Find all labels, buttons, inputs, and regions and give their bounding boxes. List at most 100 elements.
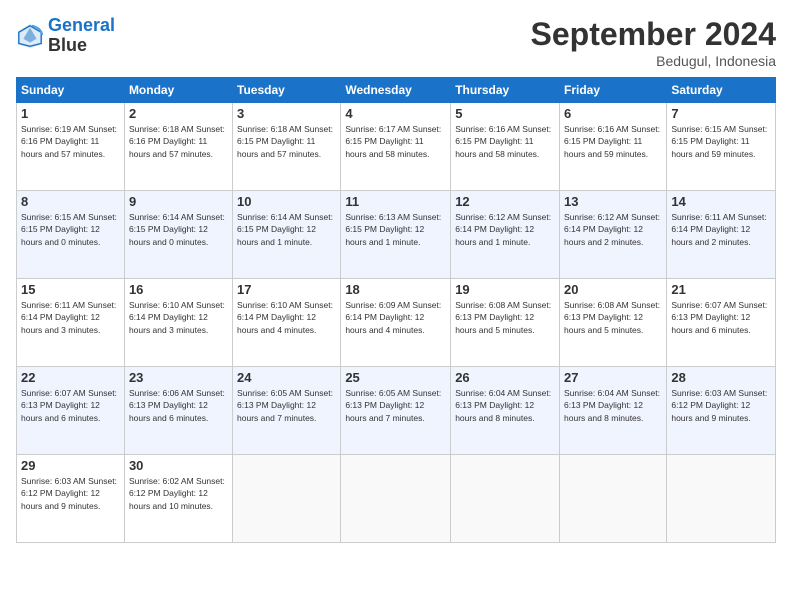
- day-number: 19: [455, 282, 555, 297]
- calendar-cell: 2 Sunrise: 6:18 AM Sunset: 6:16 PM Daylig…: [124, 103, 232, 191]
- calendar-cell: 13 Sunrise: 6:12 AM Sunset: 6:14 PM Dayli…: [560, 191, 667, 279]
- day-info: Sunrise: 6:19 AM Sunset: 6:16 PM Dayligh…: [21, 123, 120, 160]
- subtitle: Bedugul, Indonesia: [531, 53, 776, 69]
- day-info: Sunrise: 6:18 AM Sunset: 6:16 PM Dayligh…: [129, 123, 228, 160]
- calendar-cell: 11 Sunrise: 6:13 AM Sunset: 6:15 PM Dayli…: [341, 191, 451, 279]
- day-info: Sunrise: 6:02 AM Sunset: 6:12 PM Dayligh…: [129, 475, 228, 512]
- month-title: September 2024: [531, 16, 776, 53]
- calendar-cell: 28 Sunrise: 6:03 AM Sunset: 6:12 PM Dayli…: [667, 367, 776, 455]
- calendar-cell: 22 Sunrise: 6:07 AM Sunset: 6:13 PM Dayli…: [17, 367, 125, 455]
- day-info: Sunrise: 6:15 AM Sunset: 6:15 PM Dayligh…: [21, 211, 120, 248]
- day-info: Sunrise: 6:07 AM Sunset: 6:13 PM Dayligh…: [671, 299, 771, 336]
- day-info: Sunrise: 6:05 AM Sunset: 6:13 PM Dayligh…: [237, 387, 336, 424]
- col-saturday: Saturday: [667, 78, 776, 103]
- calendar-cell: 12Sunrise: 6:12 AM Sunset: 6:14 PM Dayli…: [451, 191, 560, 279]
- calendar-cell: [560, 455, 667, 543]
- calendar-cell: 16 Sunrise: 6:10 AM Sunset: 6:14 PM Dayli…: [124, 279, 232, 367]
- col-monday: Monday: [124, 78, 232, 103]
- calendar-cell: 23 Sunrise: 6:06 AM Sunset: 6:13 PM Dayli…: [124, 367, 232, 455]
- calendar-cell: [667, 455, 776, 543]
- day-info: Sunrise: 6:18 AM Sunset: 6:15 PM Dayligh…: [237, 123, 336, 160]
- calendar-week-5: 29 Sunrise: 6:03 AM Sunset: 6:12 PM Dayli…: [17, 455, 776, 543]
- day-number: 17: [237, 282, 336, 297]
- calendar-cell: 3 Sunrise: 6:18 AM Sunset: 6:15 PM Daylig…: [233, 103, 341, 191]
- col-friday: Friday: [560, 78, 667, 103]
- logo: General Blue: [16, 16, 115, 56]
- day-number: 18: [345, 282, 446, 297]
- day-number: 27: [564, 370, 662, 385]
- day-info: Sunrise: 6:07 AM Sunset: 6:13 PM Dayligh…: [21, 387, 120, 424]
- calendar-cell: 26Sunrise: 6:04 AM Sunset: 6:13 PM Dayli…: [451, 367, 560, 455]
- day-info: Sunrise: 6:14 AM Sunset: 6:15 PM Dayligh…: [129, 211, 228, 248]
- day-number: 15: [21, 282, 120, 297]
- col-wednesday: Wednesday: [341, 78, 451, 103]
- day-number: 2: [129, 106, 228, 121]
- day-info: Sunrise: 6:04 AM Sunset: 6:13 PM Dayligh…: [564, 387, 662, 424]
- col-thursday: Thursday: [451, 78, 560, 103]
- day-info: Sunrise: 6:16 AM Sunset: 6:15 PM Dayligh…: [455, 123, 555, 160]
- day-number: 16: [129, 282, 228, 297]
- day-info: Sunrise: 6:11 AM Sunset: 6:14 PM Dayligh…: [21, 299, 120, 336]
- calendar-cell: 24Sunrise: 6:05 AM Sunset: 6:13 PM Dayli…: [233, 367, 341, 455]
- day-info: Sunrise: 6:14 AM Sunset: 6:15 PM Dayligh…: [237, 211, 336, 248]
- day-number: 23: [129, 370, 228, 385]
- calendar-week-4: 22 Sunrise: 6:07 AM Sunset: 6:13 PM Dayli…: [17, 367, 776, 455]
- day-number: 7: [671, 106, 771, 121]
- calendar-table: Sunday Monday Tuesday Wednesday Thursday…: [16, 77, 776, 543]
- day-number: 22: [21, 370, 120, 385]
- day-number: 13: [564, 194, 662, 209]
- calendar-cell: 15 Sunrise: 6:11 AM Sunset: 6:14 PM Dayli…: [17, 279, 125, 367]
- day-number: 4: [345, 106, 446, 121]
- day-info: Sunrise: 6:11 AM Sunset: 6:14 PM Dayligh…: [671, 211, 771, 248]
- calendar-cell: 6 Sunrise: 6:16 AM Sunset: 6:15 PM Daylig…: [560, 103, 667, 191]
- day-info: Sunrise: 6:12 AM Sunset: 6:14 PM Dayligh…: [564, 211, 662, 248]
- calendar-week-3: 15 Sunrise: 6:11 AM Sunset: 6:14 PM Dayli…: [17, 279, 776, 367]
- day-info: Sunrise: 6:13 AM Sunset: 6:15 PM Dayligh…: [345, 211, 446, 248]
- day-info: Sunrise: 6:17 AM Sunset: 6:15 PM Dayligh…: [345, 123, 446, 160]
- day-number: 11: [345, 194, 446, 209]
- day-number: 5: [455, 106, 555, 121]
- calendar-week-1: 1 Sunrise: 6:19 AM Sunset: 6:16 PM Daylig…: [17, 103, 776, 191]
- day-info: Sunrise: 6:08 AM Sunset: 6:13 PM Dayligh…: [455, 299, 555, 336]
- day-info: Sunrise: 6:04 AM Sunset: 6:13 PM Dayligh…: [455, 387, 555, 424]
- calendar-cell: 27 Sunrise: 6:04 AM Sunset: 6:13 PM Dayli…: [560, 367, 667, 455]
- day-info: Sunrise: 6:06 AM Sunset: 6:13 PM Dayligh…: [129, 387, 228, 424]
- calendar-cell: 10 Sunrise: 6:14 AM Sunset: 6:15 PM Dayli…: [233, 191, 341, 279]
- main-container: General Blue September 2024 Bedugul, Ind…: [0, 0, 792, 612]
- calendar-cell: 19 Sunrise: 6:08 AM Sunset: 6:13 PM Dayli…: [451, 279, 560, 367]
- calendar-cell: [233, 455, 341, 543]
- logo-text: General Blue: [48, 16, 115, 56]
- day-info: Sunrise: 6:03 AM Sunset: 6:12 PM Dayligh…: [21, 475, 120, 512]
- day-number: 6: [564, 106, 662, 121]
- day-number: 10: [237, 194, 336, 209]
- calendar-cell: 25 Sunrise: 6:05 AM Sunset: 6:13 PM Dayli…: [341, 367, 451, 455]
- calendar-cell: 14Sunrise: 6:11 AM Sunset: 6:14 PM Dayli…: [667, 191, 776, 279]
- title-area: September 2024 Bedugul, Indonesia: [531, 16, 776, 69]
- calendar-cell: 30Sunrise: 6:02 AM Sunset: 6:12 PM Dayli…: [124, 455, 232, 543]
- calendar-week-2: 8Sunrise: 6:15 AM Sunset: 6:15 PM Daylig…: [17, 191, 776, 279]
- day-info: Sunrise: 6:10 AM Sunset: 6:14 PM Dayligh…: [129, 299, 228, 336]
- calendar-cell: [341, 455, 451, 543]
- day-number: 20: [564, 282, 662, 297]
- calendar-cell: 8Sunrise: 6:15 AM Sunset: 6:15 PM Daylig…: [17, 191, 125, 279]
- calendar-cell: 5 Sunrise: 6:16 AM Sunset: 6:15 PM Daylig…: [451, 103, 560, 191]
- day-info: Sunrise: 6:16 AM Sunset: 6:15 PM Dayligh…: [564, 123, 662, 160]
- calendar-cell: 17Sunrise: 6:10 AM Sunset: 6:14 PM Dayli…: [233, 279, 341, 367]
- calendar-cell: 9Sunrise: 6:14 AM Sunset: 6:15 PM Daylig…: [124, 191, 232, 279]
- calendar-cell: [451, 455, 560, 543]
- calendar-cell: 18Sunrise: 6:09 AM Sunset: 6:14 PM Dayli…: [341, 279, 451, 367]
- day-info: Sunrise: 6:05 AM Sunset: 6:13 PM Dayligh…: [345, 387, 446, 424]
- day-number: 28: [671, 370, 771, 385]
- day-info: Sunrise: 6:15 AM Sunset: 6:15 PM Dayligh…: [671, 123, 771, 160]
- day-number: 21: [671, 282, 771, 297]
- logo-line2: Blue: [48, 36, 115, 56]
- day-number: 1: [21, 106, 120, 121]
- calendar-cell: 21 Sunrise: 6:07 AM Sunset: 6:13 PM Dayli…: [667, 279, 776, 367]
- day-number: 3: [237, 106, 336, 121]
- day-number: 29: [21, 458, 120, 473]
- day-number: 12: [455, 194, 555, 209]
- header-row: Sunday Monday Tuesday Wednesday Thursday…: [17, 78, 776, 103]
- day-info: Sunrise: 6:03 AM Sunset: 6:12 PM Dayligh…: [671, 387, 771, 424]
- day-number: 25: [345, 370, 446, 385]
- calendar-cell: 4 Sunrise: 6:17 AM Sunset: 6:15 PM Daylig…: [341, 103, 451, 191]
